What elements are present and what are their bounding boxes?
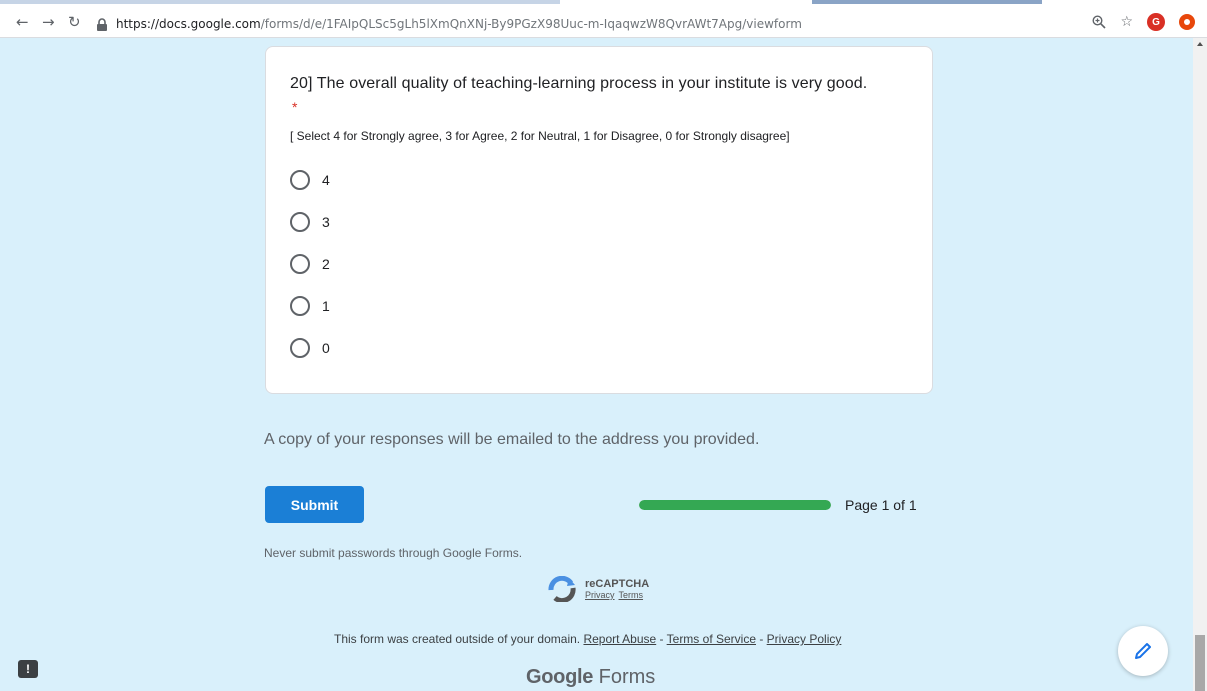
avatar[interactable]: G: [1147, 13, 1165, 31]
privacy-policy-link[interactable]: Privacy Policy: [767, 632, 842, 646]
url-path: /forms/d/e/1FAIpQLSc5gLh5lXmQnXNj-By9PGz…: [260, 17, 802, 31]
submit-button[interactable]: Submit: [265, 486, 364, 523]
footer-separator: -: [756, 632, 767, 646]
page-count: Page 1 of 1: [845, 497, 917, 513]
star-icon[interactable]: ☆: [1120, 14, 1133, 30]
option-label: 2: [322, 256, 330, 272]
option-1[interactable]: 1: [290, 296, 330, 316]
forward-icon[interactable]: →: [42, 14, 55, 30]
feedback-icon[interactable]: !: [18, 660, 38, 678]
question-card: 20] The overall quality of teaching-lear…: [265, 46, 933, 394]
recaptcha-icon: [548, 576, 576, 602]
radio-button[interactable]: [290, 338, 310, 358]
brand-google: Google: [526, 666, 594, 688]
reload-icon[interactable]: ↻: [68, 14, 81, 30]
scroll-up-arrow[interactable]: [1197, 42, 1203, 46]
radio-button[interactable]: [290, 212, 310, 232]
option-3[interactable]: 3: [290, 212, 330, 232]
footer-separator: -: [656, 632, 667, 646]
browser-toolbar: ← → ↻ https://docs.google.com/forms/d/e/…: [0, 0, 1207, 38]
footer-text: This form was created outside of your do…: [334, 632, 581, 646]
progress-fill: [639, 500, 831, 510]
footer: This form was created outside of your do…: [334, 632, 841, 646]
option-label: 0: [322, 340, 330, 356]
recaptcha-privacy-link[interactable]: Privacy: [585, 590, 615, 600]
option-2[interactable]: 2: [290, 254, 330, 274]
tab-strip: [0, 0, 560, 4]
scrollbar[interactable]: [1193, 38, 1207, 691]
edit-fab[interactable]: [1118, 626, 1168, 676]
brand-forms: Forms: [593, 666, 656, 688]
email-notice: A copy of your responses will be emailed…: [264, 431, 760, 448]
pencil-icon: [1135, 643, 1151, 659]
url-host: https://docs.google.com: [116, 17, 261, 31]
address-bar[interactable]: https://docs.google.com/forms/d/e/1FAIpQ…: [96, 15, 802, 33]
avatar-letter: G: [1152, 16, 1160, 28]
question-description: [ Select 4 for Strongly agree, 3 for Agr…: [290, 129, 790, 143]
form-page: 20] The overall quality of teaching-lear…: [0, 38, 1193, 691]
progress-bar: [639, 500, 831, 510]
tab-strip-active: [812, 0, 1042, 4]
option-label: 4: [322, 172, 330, 188]
recaptcha-terms-link[interactable]: Terms: [619, 590, 644, 600]
extension-icon[interactable]: [1179, 14, 1195, 30]
radio-button[interactable]: [290, 254, 310, 274]
question-title: 20] The overall quality of teaching-lear…: [290, 75, 868, 92]
option-4[interactable]: 4: [290, 170, 330, 190]
back-icon[interactable]: ←: [16, 14, 29, 30]
option-0[interactable]: 0: [290, 338, 330, 358]
required-asterisk: *: [292, 99, 298, 115]
recaptcha-badge: reCAPTCHA Privacy Terms: [547, 576, 649, 602]
report-abuse-link[interactable]: Report Abuse: [583, 632, 656, 646]
zoom-icon[interactable]: [1092, 15, 1107, 29]
google-forms-logo[interactable]: Google Forms: [526, 666, 655, 689]
option-label: 3: [322, 214, 330, 230]
recaptcha-title: reCAPTCHA: [585, 578, 650, 590]
password-warning: Never submit passwords through Google Fo…: [264, 546, 523, 560]
radio-button[interactable]: [290, 296, 310, 316]
terms-of-service-link[interactable]: Terms of Service: [667, 632, 756, 646]
scroll-thumb[interactable]: [1195, 635, 1205, 691]
radio-button[interactable]: [290, 170, 310, 190]
lock-icon: [97, 17, 107, 31]
option-label: 1: [322, 298, 330, 314]
